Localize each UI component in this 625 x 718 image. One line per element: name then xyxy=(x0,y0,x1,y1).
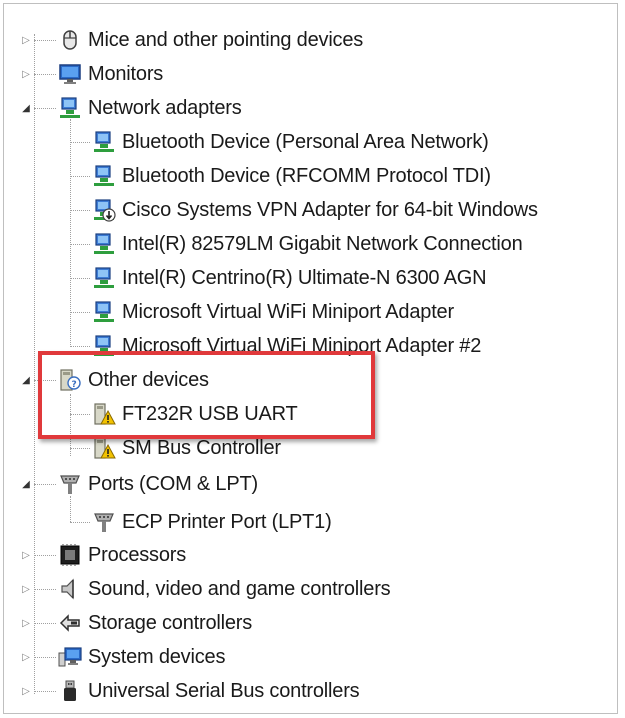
device-item-ft232r[interactable]: FT232R USB UART xyxy=(92,397,298,431)
svg-text:?: ? xyxy=(71,380,76,390)
category-label: Processors xyxy=(88,543,187,566)
device-item[interactable]: Microsoft Virtual WiFi Miniport Adapter xyxy=(92,295,454,329)
device-label: Cisco Systems VPN Adapter for 64-bit Win… xyxy=(122,198,538,221)
processor-icon xyxy=(60,544,80,566)
network-adapter-icon xyxy=(94,131,114,152)
category-label: Mice and other pointing devices xyxy=(88,28,364,51)
disabled-network-adapter-icon xyxy=(94,199,116,222)
network-adapter-icon xyxy=(94,335,114,356)
device-label: Intel(R) Centrino(R) Ultimate-N 6300 AGN xyxy=(122,266,487,289)
device-item[interactable]: Bluetooth Device (Personal Area Network) xyxy=(92,125,489,159)
usb-icon xyxy=(64,680,76,701)
expand-arrow-icon[interactable]: ▷ xyxy=(20,685,32,697)
system-device-icon xyxy=(58,647,82,667)
storage-icon xyxy=(59,614,80,632)
collapse-arrow-icon[interactable]: ◢ xyxy=(20,374,32,386)
device-label: Bluetooth Device (Personal Area Network) xyxy=(122,130,489,153)
unknown-device-icon: ? xyxy=(60,369,81,391)
device-label: Intel(R) 82579LM Gigabit Network Connect… xyxy=(122,232,523,255)
device-item[interactable]: Intel(R) Centrino(R) Ultimate-N 6300 AGN xyxy=(92,261,487,295)
expand-arrow-icon[interactable]: ▷ xyxy=(20,34,32,46)
category-storage[interactable]: Storage controllers xyxy=(58,606,252,640)
warning-device-icon xyxy=(94,437,116,459)
device-manager-tree: ▷ Mice and other pointing devices ▷ Moni… xyxy=(3,3,618,714)
device-label: FT232R USB UART xyxy=(122,402,298,425)
category-monitors[interactable]: Monitors xyxy=(58,57,163,91)
collapse-arrow-icon[interactable]: ◢ xyxy=(20,478,32,490)
port-icon xyxy=(94,513,114,532)
network-adapter-icon xyxy=(94,233,114,254)
category-label: Ports (COM & LPT) xyxy=(88,472,258,495)
device-item[interactable]: Intel(R) 82579LM Gigabit Network Connect… xyxy=(92,227,523,261)
category-system-devices[interactable]: System devices xyxy=(58,640,225,674)
device-label: SM Bus Controller xyxy=(122,436,281,459)
expand-arrow-icon[interactable]: ▷ xyxy=(20,549,32,561)
expand-arrow-icon[interactable]: ▷ xyxy=(20,617,32,629)
device-item[interactable]: Bluetooth Device (RFCOMM Protocol TDI) xyxy=(92,159,491,193)
collapse-arrow-icon[interactable]: ◢ xyxy=(20,102,32,114)
network-adapter-icon xyxy=(94,301,114,322)
network-adapter-icon xyxy=(94,165,114,186)
category-label: Network adapters xyxy=(88,96,242,119)
device-label: Bluetooth Device (RFCOMM Protocol TDI) xyxy=(122,164,491,187)
mouse-icon xyxy=(63,30,77,50)
category-processors[interactable]: Processors xyxy=(58,538,186,572)
device-item-sm-bus[interactable]: SM Bus Controller xyxy=(92,431,281,465)
category-usb[interactable]: Universal Serial Bus controllers xyxy=(58,674,360,708)
expand-arrow-icon[interactable]: ▷ xyxy=(20,68,32,80)
category-other-devices[interactable]: ? Other devices xyxy=(58,363,209,397)
device-label: ECP Printer Port (LPT1) xyxy=(122,510,332,533)
device-item[interactable]: Cisco Systems VPN Adapter for 64-bit Win… xyxy=(92,193,538,227)
port-icon xyxy=(60,475,80,494)
monitor-icon xyxy=(59,64,81,84)
category-label: Monitors xyxy=(88,62,164,85)
category-label: Other devices xyxy=(88,368,209,391)
category-label: System devices xyxy=(88,645,226,668)
network-adapter-icon xyxy=(60,97,80,118)
category-mice[interactable]: Mice and other pointing devices xyxy=(58,23,363,57)
device-label: Microsoft Virtual WiFi Miniport Adapter … xyxy=(122,334,482,357)
category-ports[interactable]: Ports (COM & LPT) xyxy=(58,467,258,501)
category-label: Universal Serial Bus controllers xyxy=(88,679,360,702)
warning-device-icon xyxy=(94,403,116,425)
device-label: Microsoft Virtual WiFi Miniport Adapter xyxy=(122,300,454,323)
device-item[interactable]: ECP Printer Port (LPT1) xyxy=(92,505,332,539)
speaker-icon xyxy=(61,578,74,600)
category-sound[interactable]: Sound, video and game controllers xyxy=(58,572,391,606)
network-adapter-icon xyxy=(94,267,114,288)
category-label: Sound, video and game controllers xyxy=(88,577,391,600)
device-item[interactable]: Microsoft Virtual WiFi Miniport Adapter … xyxy=(92,329,481,363)
tree-connector xyxy=(34,34,35,694)
expand-arrow-icon[interactable]: ▷ xyxy=(20,583,32,595)
category-label: Storage controllers xyxy=(88,611,253,634)
category-network-adapters[interactable]: Network adapters xyxy=(58,91,242,125)
tree-connector xyxy=(70,394,71,456)
expand-arrow-icon[interactable]: ▷ xyxy=(20,651,32,663)
